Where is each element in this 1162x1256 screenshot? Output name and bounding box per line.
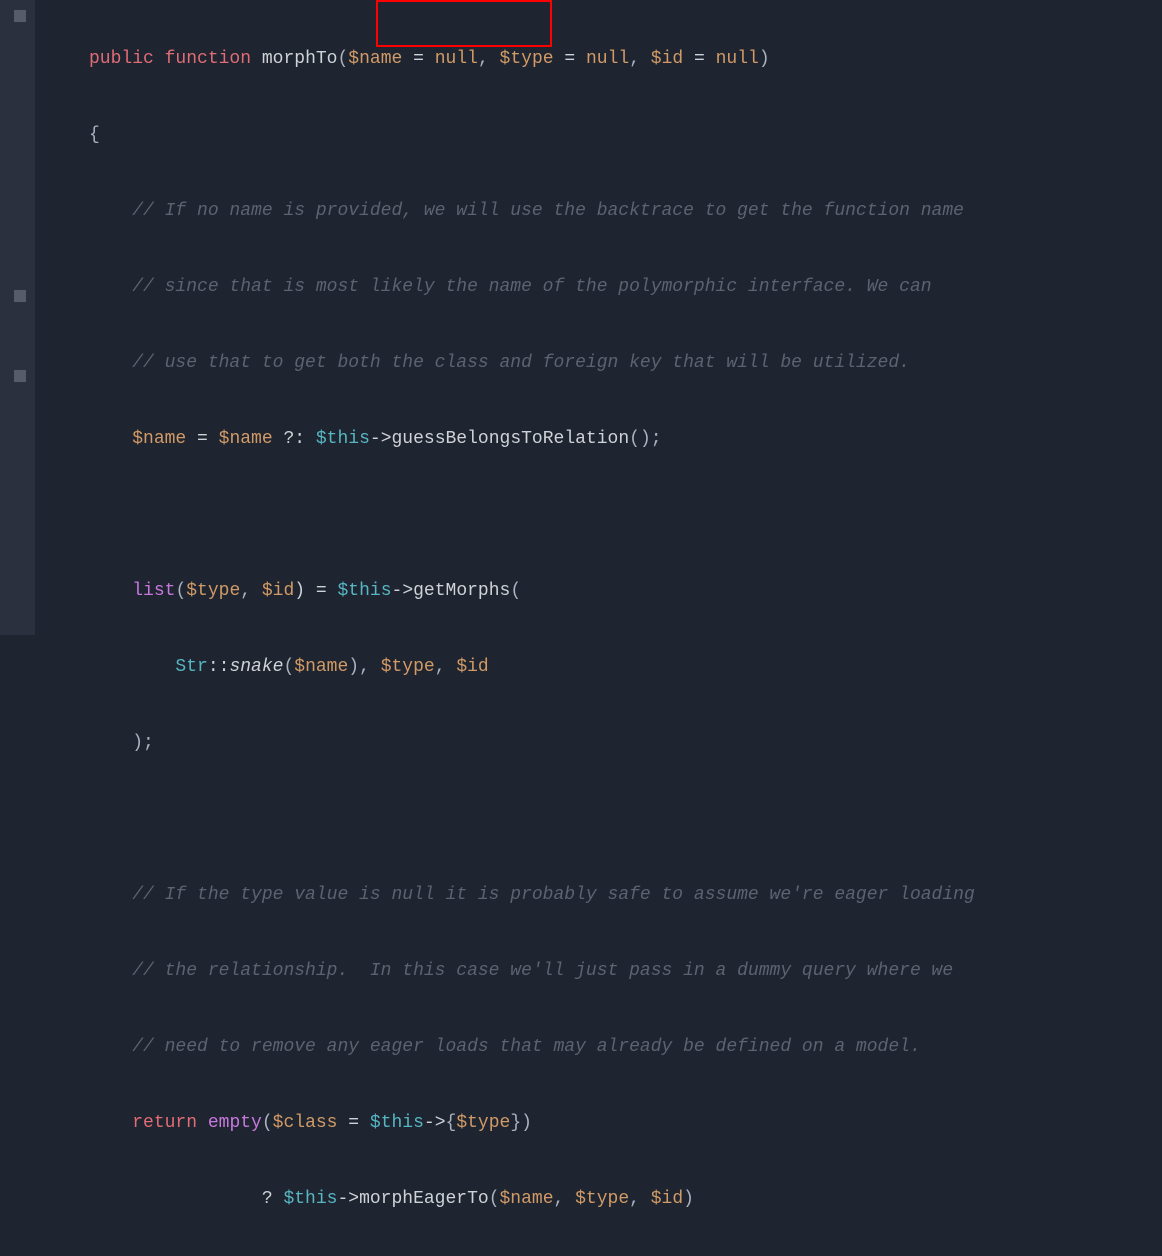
open-brace: { [89,125,100,145]
code-editor[interactable]: public function morphTo($name = null, $t… [35,0,1159,1256]
keyword-return: return [132,1113,197,1133]
function-name: morphTo [262,49,338,69]
code-line: return empty($class = $this->{$type}) [89,1104,1159,1142]
fold-marker-icon[interactable] [14,290,26,302]
fold-marker-icon[interactable] [14,370,26,382]
code-line: // use that to get both the class and fo… [89,344,1159,382]
code-line: // If the type value is null it is proba… [89,876,1159,914]
code-line: ); [89,724,1159,762]
method-call: getMorphs [413,581,510,601]
code-line: ? $this->morphEagerTo($name, $type, $id) [89,1180,1159,1218]
code-line: $name = $name ?: $this->guessBelongsToRe… [89,420,1159,458]
param-id: $id [651,49,683,69]
builtin-empty: empty [208,1113,262,1133]
this-keyword: $this [316,429,370,449]
param-name: $name [348,49,402,69]
code-line [89,496,1159,534]
code-line: // the relationship. In this case we'll … [89,952,1159,990]
code-line: public function morphTo($name = null, $t… [89,40,1159,78]
method-call: guessBelongsToRelation [392,429,630,449]
comment: // since that is most likely the name of… [132,277,931,297]
fold-marker-icon[interactable] [14,10,26,22]
null-literal: null [435,49,478,69]
comment: // If no name is provided, we will use t… [132,201,964,221]
code-line: Str::snake($name), $type, $id [89,648,1159,686]
param-type: $type [500,49,554,69]
code-line: // since that is most likely the name of… [89,268,1159,306]
comment: // the relationship. In this case we'll … [132,961,953,981]
code-line: // If no name is provided, we will use t… [89,192,1159,230]
comment: // need to remove any eager loads that m… [132,1037,921,1057]
class-str: Str [175,657,207,677]
static-method-snake: snake [229,657,283,677]
keyword-function: function [165,49,251,69]
code-line: { [89,116,1159,154]
editor-gutter [0,0,35,635]
comment: // use that to get both the class and fo… [132,353,910,373]
method-call: morphEagerTo [359,1189,489,1209]
code-line: // need to remove any eager loads that m… [89,1028,1159,1066]
builtin-list: list [132,581,175,601]
keyword-public: public [89,49,154,69]
comment: // If the type value is null it is proba… [132,885,975,905]
close-call: ); [132,733,154,753]
code-line: list($type, $id) = $this->getMorphs( [89,572,1159,610]
code-line [89,800,1159,838]
